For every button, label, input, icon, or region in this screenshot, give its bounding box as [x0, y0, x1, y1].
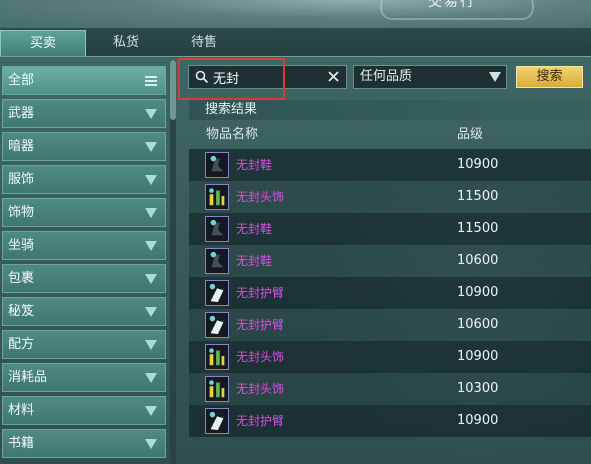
table-row[interactable]: 无封头饰 10300 [189, 373, 591, 405]
item-name: 无封护臂 [236, 414, 285, 428]
chevron-down-icon [489, 72, 501, 82]
results-title: 搜索结果 [205, 102, 258, 117]
headgear-icon [205, 344, 229, 370]
title-bar: 交易行 [0, 0, 591, 28]
headgear-icon [205, 184, 229, 210]
sidebar-item-label: 包裹 [8, 271, 35, 286]
window-title: 交易行 [428, 0, 476, 10]
chevron-down-icon [145, 142, 157, 152]
sidebar-item-apparel[interactable]: 服饰 [2, 165, 166, 194]
sidebar-item-label: 武器 [8, 106, 35, 121]
table-row[interactable]: 无封鞋 11500 [189, 213, 591, 245]
item-level: 10900 [457, 413, 499, 428]
boots-icon [205, 216, 229, 242]
item-level: 10600 [457, 253, 499, 268]
sidebar-item-label: 配方 [8, 337, 35, 352]
chevron-down-icon [145, 406, 157, 416]
item-name: 无封鞋 [236, 222, 273, 236]
item-level: 10300 [457, 381, 499, 396]
sidebar-item-consumables[interactable]: 消耗品 [2, 363, 166, 392]
sidebar-item-label: 秘笈 [8, 304, 35, 319]
item-name: 无封鞋 [236, 158, 273, 172]
search-field[interactable] [188, 65, 347, 89]
sidebar-item-recipes[interactable]: 配方 [2, 330, 166, 359]
item-level: 11500 [457, 189, 499, 204]
chevron-down-icon [145, 307, 157, 317]
sidebar-item-label: 服饰 [8, 172, 35, 187]
sidebar-item-accessories[interactable]: 饰物 [2, 198, 166, 227]
item-name: 无封头饰 [236, 350, 285, 364]
chevron-down-icon [145, 439, 157, 449]
sidebar-item-label: 全部 [8, 73, 35, 88]
close-icon[interactable] [326, 69, 341, 84]
column-header-level[interactable]: 品级 [457, 124, 483, 146]
item-name: 无封护臂 [236, 318, 285, 332]
sidebar-item-label: 材料 [8, 403, 35, 418]
column-header-name[interactable]: 物品名称 [206, 124, 258, 146]
boots-icon [205, 152, 229, 178]
chevron-down-icon [145, 208, 157, 218]
search-input[interactable] [213, 68, 313, 86]
table-row[interactable]: 无封鞋 10900 [189, 149, 591, 181]
item-level: 10900 [457, 285, 499, 300]
tab-private[interactable]: 私货 [84, 30, 168, 55]
item-level: 11500 [457, 221, 499, 236]
tab-buy-sell[interactable]: 买卖 [0, 30, 86, 56]
sidebar-item-materials[interactable]: 材料 [2, 396, 166, 425]
chevron-down-icon [145, 241, 157, 251]
item-level: 10900 [457, 157, 499, 172]
item-level: 10600 [457, 317, 499, 332]
boots-icon [205, 248, 229, 274]
search-button[interactable]: 搜索 [516, 66, 583, 88]
bracer-icon [205, 312, 229, 338]
sidebar-item-weapons[interactable]: 武器 [2, 99, 166, 128]
quality-select-value: 任何品质 [360, 69, 413, 84]
item-name: 无封头饰 [236, 190, 285, 204]
sidebar-item-all[interactable]: 全部 [2, 66, 166, 95]
headgear-icon [205, 376, 229, 402]
chevron-down-icon [145, 175, 157, 185]
tab-strip: 买卖 私货 待售 [0, 28, 591, 57]
item-name: 无封鞋 [236, 254, 273, 268]
sidebar-item-label: 坐骑 [8, 238, 35, 253]
tab-pending[interactable]: 待售 [168, 30, 240, 55]
sidebar-item-label: 书籍 [8, 436, 35, 451]
item-name: 无封头饰 [236, 382, 285, 396]
sidebar-item-hidden-weapons[interactable]: 暗器 [2, 132, 166, 161]
chevron-down-icon [145, 109, 157, 119]
scrollbar-thumb[interactable] [170, 60, 176, 120]
bracer-icon [205, 280, 229, 306]
sidebar-item-mounts[interactable]: 坐骑 [2, 231, 166, 260]
sidebar-item-label: 饰物 [8, 205, 35, 220]
search-icon [195, 70, 209, 84]
item-level: 10900 [457, 349, 499, 364]
chevron-down-icon [145, 373, 157, 383]
sidebar-item-manuals[interactable]: 秘笈 [2, 297, 166, 326]
table-row[interactable]: 无封护臂 10900 [189, 405, 591, 437]
item-name: 无封护臂 [236, 286, 285, 300]
table-row[interactable]: 无封鞋 10600 [189, 245, 591, 277]
table-row[interactable]: 无封护臂 10600 [189, 309, 591, 341]
sidebar-item-bags[interactable]: 包裹 [2, 264, 166, 293]
sidebar-scrollbar[interactable] [170, 60, 176, 464]
sidebar-item-label: 消耗品 [8, 370, 48, 385]
results-column-headers: 物品名称 品级 [189, 124, 591, 146]
chevron-down-icon [145, 274, 157, 284]
results-header: 搜索结果 [189, 100, 591, 120]
table-row[interactable]: 无封头饰 11500 [189, 181, 591, 213]
sidebar-item-books[interactable]: 书籍 [2, 429, 166, 458]
menu-icon [145, 76, 157, 86]
quality-select[interactable]: 任何品质 [353, 65, 507, 89]
sidebar-item-label: 暗器 [8, 139, 35, 154]
table-row[interactable]: 无封头饰 10900 [189, 341, 591, 373]
table-row[interactable]: 无封护臂 10900 [189, 277, 591, 309]
bracer-icon [205, 408, 229, 434]
chevron-down-icon [145, 340, 157, 350]
